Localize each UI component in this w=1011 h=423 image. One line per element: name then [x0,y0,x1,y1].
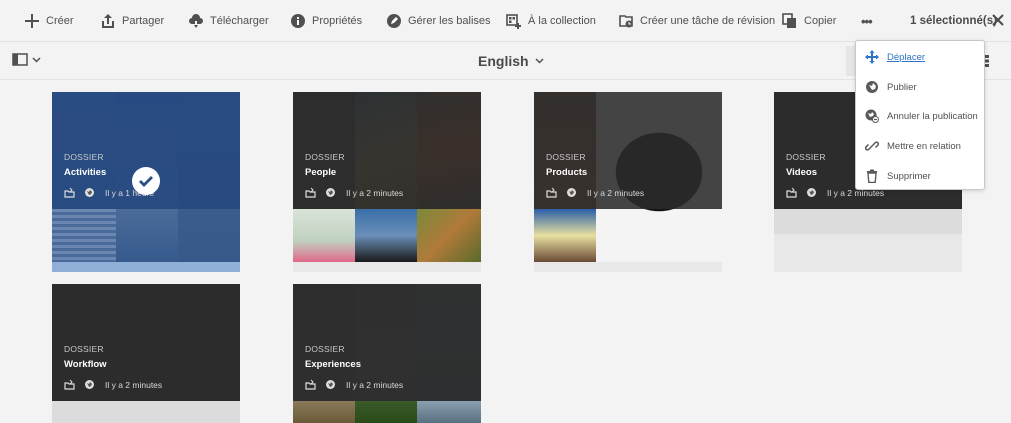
action-bar: Créer Partager Télécharger Propriétés Gé… [0,0,1011,42]
language-label: English [478,53,529,69]
info-icon [290,13,306,29]
globe-icon [806,187,817,198]
properties-label: Propriétés [312,15,363,27]
card-type: DOSSIER [64,344,104,354]
more-actions-button[interactable]: ••• [861,0,873,42]
menu-item-label: Supprimer [887,170,931,182]
card-modified-time: Il y a 2 minutes [105,379,163,390]
selection-strip [52,262,240,272]
share-icon [100,13,116,29]
card-title: Experiences [305,359,361,370]
create-review-task-label: Créer une tâche de révision [640,15,776,27]
close-selection-button[interactable] [991,13,1005,27]
create-label: Créer [46,15,74,27]
globe-icon [84,379,95,390]
copy-icon [782,13,798,29]
review-task-icon [618,13,634,29]
create-review-task-button[interactable]: Créer une tâche de révision [618,0,775,42]
folder-card-workflow[interactable]: DOSSIER Workflow Il y a 2 minutes [52,284,240,423]
card-modified-time: Il y a 2 minutes [346,187,404,198]
share-label: Partager [122,15,165,27]
globe-icon [566,187,577,198]
trash-icon [865,169,879,183]
card-title: People [305,167,337,178]
menu-item-relate[interactable]: Mettre en relation [856,132,984,160]
folder-share-icon [305,187,316,198]
card-type: DOSSIER [546,152,586,162]
menu-item-label: Déplacer [887,51,926,63]
card-type: DOSSIER [64,152,104,162]
language-selector[interactable]: English [478,42,544,80]
menu-item-label: Annuler la publication [887,110,978,122]
properties-button[interactable]: Propriétés [290,0,362,42]
card-title: Workflow [64,359,107,370]
menu-item-move[interactable]: Déplacer [856,43,984,71]
menu-item-label: Publier [887,81,917,93]
globe-icon [325,187,336,198]
folder-share-icon [786,187,797,198]
download-button[interactable]: Télécharger [188,0,269,42]
folder-share-icon [64,379,75,390]
folder-card-experiences[interactable]: DOSSIER Experiences Il y a 2 minutes [293,284,481,423]
folder-share-icon [305,379,316,390]
menu-item-unpublish[interactable]: Annuler la publication [856,102,984,130]
globe-icon [325,379,336,390]
chevron-down-icon [535,58,544,64]
card-modified-time: Il y a 2 minutes [346,379,404,390]
link-icon [865,139,879,153]
cloud-download-icon [188,13,204,29]
copy-button[interactable]: Copier [782,0,836,42]
close-icon [992,14,1004,26]
manage-tags-button[interactable]: Gérer les balises [386,0,491,42]
card-type: DOSSIER [305,152,345,162]
unpublish-globe-icon [865,109,879,123]
checkmark-icon [132,167,160,195]
move-icon [865,50,879,64]
tag-edit-icon [386,13,402,29]
selection-count: 1 sélectionné(s) [910,15,997,27]
manage-tags-label: Gérer les balises [408,15,491,27]
add-to-collection-button[interactable]: À la collection [506,0,596,42]
plus-icon [24,13,40,29]
menu-item-delete[interactable]: Supprimer [856,162,984,190]
more-dots: ••• [861,13,873,29]
more-actions-menu: Déplacer Publier Annuler la publication … [855,40,985,190]
chevron-down-icon [32,56,41,63]
folder-card-products[interactable]: DOSSIER Products Il y a 2 minutes [534,92,722,272]
download-label: Télécharger [210,15,269,27]
menu-item-label: Mettre en relation [887,140,961,152]
menu-item-publish[interactable]: Publier [856,73,984,101]
card-type: DOSSIER [305,344,345,354]
globe-icon [865,80,879,94]
card-title: Products [546,167,588,178]
create-button[interactable]: Créer [24,0,74,42]
collection-icon [506,13,522,29]
card-modified-time: Il y a 2 minutes [587,187,645,198]
globe-icon [84,187,95,198]
folder-share-icon [546,187,557,198]
add-to-collection-label: À la collection [528,15,596,27]
sidebar-icon [12,53,28,66]
rail-toggle-button[interactable] [12,53,41,66]
copy-label: Copier [804,15,837,27]
share-button[interactable]: Partager [100,0,164,42]
folder-card-people[interactable]: DOSSIER People Il y a 2 minutes [293,92,481,272]
folder-share-icon [64,187,75,198]
folder-card-activities[interactable]: DOSSIER Activities Il y a 1 heure [52,92,240,272]
